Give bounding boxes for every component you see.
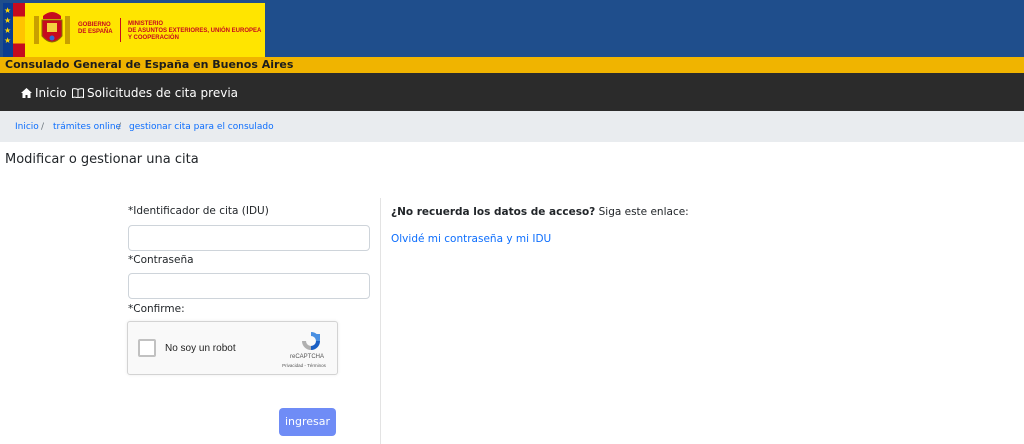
nav-home[interactable]: Inicio: [21, 86, 67, 100]
eu-flag-icon: ★ ★ ★ ★: [3, 3, 13, 57]
coat-of-arms-icon: [34, 12, 70, 44]
password-label: *Contraseña: [128, 254, 194, 266]
password-input[interactable]: [128, 273, 370, 299]
access-help-question: ¿No recuerda los datos de acceso?: [391, 206, 596, 218]
column-divider: [380, 198, 381, 444]
nav-appointments-label: Solicitudes de cita previa: [87, 86, 239, 100]
breadcrumb-current[interactable]: gestionar cita para el consulado: [129, 122, 274, 133]
ministry-name: MINISTERIO DE ASUNTOS EXTERIORES, UNIÓN …: [128, 21, 261, 42]
recaptcha-label: No soy un robot: [165, 343, 236, 354]
breadcrumb-separator: /: [118, 122, 122, 132]
idu-input[interactable]: [128, 225, 370, 251]
recaptcha-privacy-terms[interactable]: Privacidad - Términos: [270, 363, 338, 369]
idu-label: *Identificador de cita (IDU): [128, 205, 269, 217]
confirm-label: *Confirme:: [128, 303, 185, 315]
breadcrumb-online-procedures[interactable]: trámites online: [53, 122, 121, 133]
book-icon: [72, 88, 84, 98]
access-help-text: ¿No recuerda los datos de acceso? Siga e…: [391, 206, 689, 219]
ministry-line-1: MINISTERIO: [128, 21, 164, 27]
logo-divider: [120, 18, 121, 42]
breadcrumb-home[interactable]: Inicio: [15, 122, 39, 133]
submit-button[interactable]: ingresar: [279, 408, 336, 436]
ministry-line-2: DE ASUNTOS EXTERIORES, UNIÓN EUROPEA: [128, 28, 262, 34]
home-icon: [21, 88, 32, 98]
nav-home-label: Inicio: [35, 86, 67, 100]
nav-appointment-requests[interactable]: Solicitudes de cita previa: [72, 86, 238, 100]
gov-line-1: GOBIERNO: [78, 22, 111, 28]
access-help-prompt: Siga este enlace:: [598, 206, 689, 218]
spain-flag-icon: [13, 3, 25, 57]
recaptcha-widget: No soy un robot reCAPTCHA Privacidad - T…: [127, 321, 338, 375]
breadcrumb-separator: /: [41, 122, 45, 132]
page-title: Modificar o gestionar una cita: [5, 152, 199, 167]
recaptcha-checkbox[interactable]: [138, 339, 156, 357]
government-name: GOBIERNO DE ESPAÑA: [78, 22, 113, 36]
ministry-line-3: Y COOPERACIÓN: [128, 35, 179, 41]
forgot-credentials-link[interactable]: Olvidé mi contraseña y mi IDU: [391, 233, 551, 246]
consulate-name: Consulado General de España en Buenos Ai…: [5, 58, 294, 71]
recaptcha-logo-icon: [302, 332, 320, 350]
gov-line-2: DE ESPAÑA: [78, 29, 113, 35]
recaptcha-brand: reCAPTCHA: [289, 354, 324, 360]
